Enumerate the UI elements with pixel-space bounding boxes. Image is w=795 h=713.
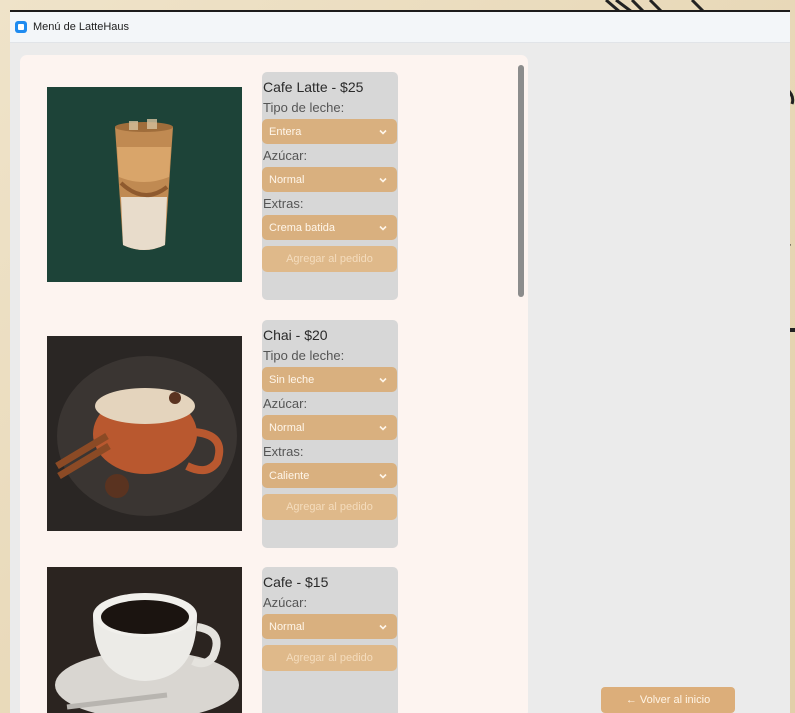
- sugar-select[interactable]: Normal: [262, 167, 397, 192]
- chevron-down-icon: [379, 377, 387, 383]
- select-value: Crema batida: [269, 221, 336, 234]
- select-value: Caliente: [269, 469, 310, 482]
- cafe-card: Cafe - $15 Azúcar: Normal Agregar al ped…: [262, 567, 398, 713]
- item-title: Cafe - $15: [263, 574, 329, 590]
- chai-photo: [47, 336, 242, 531]
- milk-type-label: Tipo de leche:: [263, 348, 345, 363]
- add-to-order-button[interactable]: Agregar al pedido: [262, 494, 397, 520]
- scrollbar-thumb[interactable]: [518, 65, 524, 297]
- app-window: Menú de LatteHaus Cafe Latte - $25 Tipo …: [10, 10, 790, 713]
- sugar-select[interactable]: Normal: [262, 415, 397, 440]
- add-to-order-button[interactable]: Agregar al pedido: [262, 246, 397, 272]
- chevron-down-icon: [379, 473, 387, 479]
- cafe-photo: [47, 567, 242, 713]
- milk-type-select[interactable]: Sin leche: [262, 367, 397, 392]
- cafe-latte-card: Cafe Latte - $25 Tipo de leche: Entera A…: [262, 72, 398, 300]
- select-value: Sin leche: [269, 373, 315, 386]
- select-value: Normal: [269, 421, 305, 434]
- title-bar: Menú de LatteHaus: [10, 12, 790, 43]
- select-value: Normal: [269, 173, 305, 186]
- chevron-down-icon: [379, 129, 387, 135]
- cafe-latte-photo: [47, 87, 242, 282]
- chevron-down-icon: [379, 177, 387, 183]
- select-value: Normal: [269, 620, 305, 633]
- sugar-label: Azúcar:: [263, 396, 308, 411]
- sugar-label: Azúcar:: [263, 148, 308, 163]
- extras-select[interactable]: Crema batida: [262, 215, 397, 240]
- chevron-down-icon: [379, 225, 387, 231]
- menu-scroll-panel[interactable]: Cafe Latte - $25 Tipo de leche: Entera A…: [20, 55, 528, 713]
- sugar-label: Azúcar:: [263, 595, 308, 610]
- chevron-down-icon: [379, 425, 387, 431]
- app-icon: [15, 21, 27, 33]
- back-to-home-button[interactable]: ← Volver al inicio: [601, 687, 735, 713]
- extras-label: Extras:: [263, 196, 304, 211]
- milk-type-label: Tipo de leche:: [263, 100, 345, 115]
- chai-card: Chai - $20 Tipo de leche: Sin leche Azúc…: [262, 320, 398, 548]
- item-title: Cafe Latte - $25: [263, 79, 364, 95]
- chevron-down-icon: [379, 624, 387, 630]
- desktop-background: Menú de LatteHaus Cafe Latte - $25 Tipo …: [0, 0, 795, 713]
- milk-type-select[interactable]: Entera: [262, 119, 397, 144]
- select-value: Entera: [269, 125, 302, 138]
- item-title: Chai - $20: [263, 327, 328, 343]
- extras-label: Extras:: [263, 444, 304, 459]
- add-to-order-button[interactable]: Agregar al pedido: [262, 645, 397, 671]
- sugar-select[interactable]: Normal: [262, 614, 397, 639]
- window-title: Menú de LatteHaus: [33, 21, 130, 33]
- extras-select[interactable]: Caliente: [262, 463, 397, 488]
